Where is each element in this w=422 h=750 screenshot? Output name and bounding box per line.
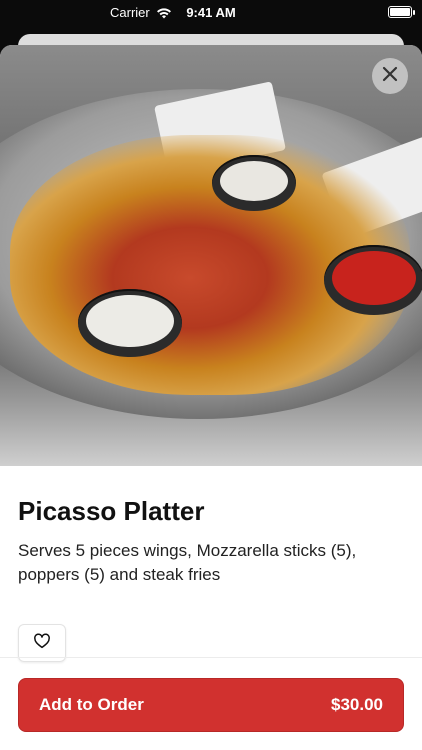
status-time: 9:41 AM [186, 5, 236, 20]
add-to-order-button[interactable]: Add to Order $30.00 [18, 678, 404, 732]
item-image [0, 45, 422, 466]
divider [0, 657, 422, 658]
app-screen: Carrier 9:41 AM Picasso Platter Serves 5… [0, 0, 422, 750]
marinara-cup [324, 245, 422, 315]
item-description: Serves 5 pieces wings, Mozzarella sticks… [18, 541, 357, 584]
battery-icon [388, 6, 415, 18]
add-to-order-label: Add to Order [39, 695, 144, 714]
item-content: Picasso Platter Serves 5 pieces wings, M… [0, 466, 422, 662]
close-icon [382, 66, 398, 87]
item-title: Picasso Platter [18, 496, 205, 526]
status-bar: Carrier 9:41 AM [0, 0, 422, 26]
carrier-indicator: Carrier [110, 5, 172, 20]
wifi-icon [156, 7, 172, 19]
battery-level [390, 8, 410, 16]
ranch-cup [212, 155, 296, 211]
item-detail-sheet: Picasso Platter Serves 5 pieces wings, M… [0, 45, 422, 750]
carrier-label: Carrier [110, 5, 150, 20]
ranch-cup [78, 289, 182, 357]
close-button[interactable] [372, 58, 408, 94]
heart-outline-icon [33, 632, 51, 655]
price-label: $30.00 [331, 695, 383, 714]
